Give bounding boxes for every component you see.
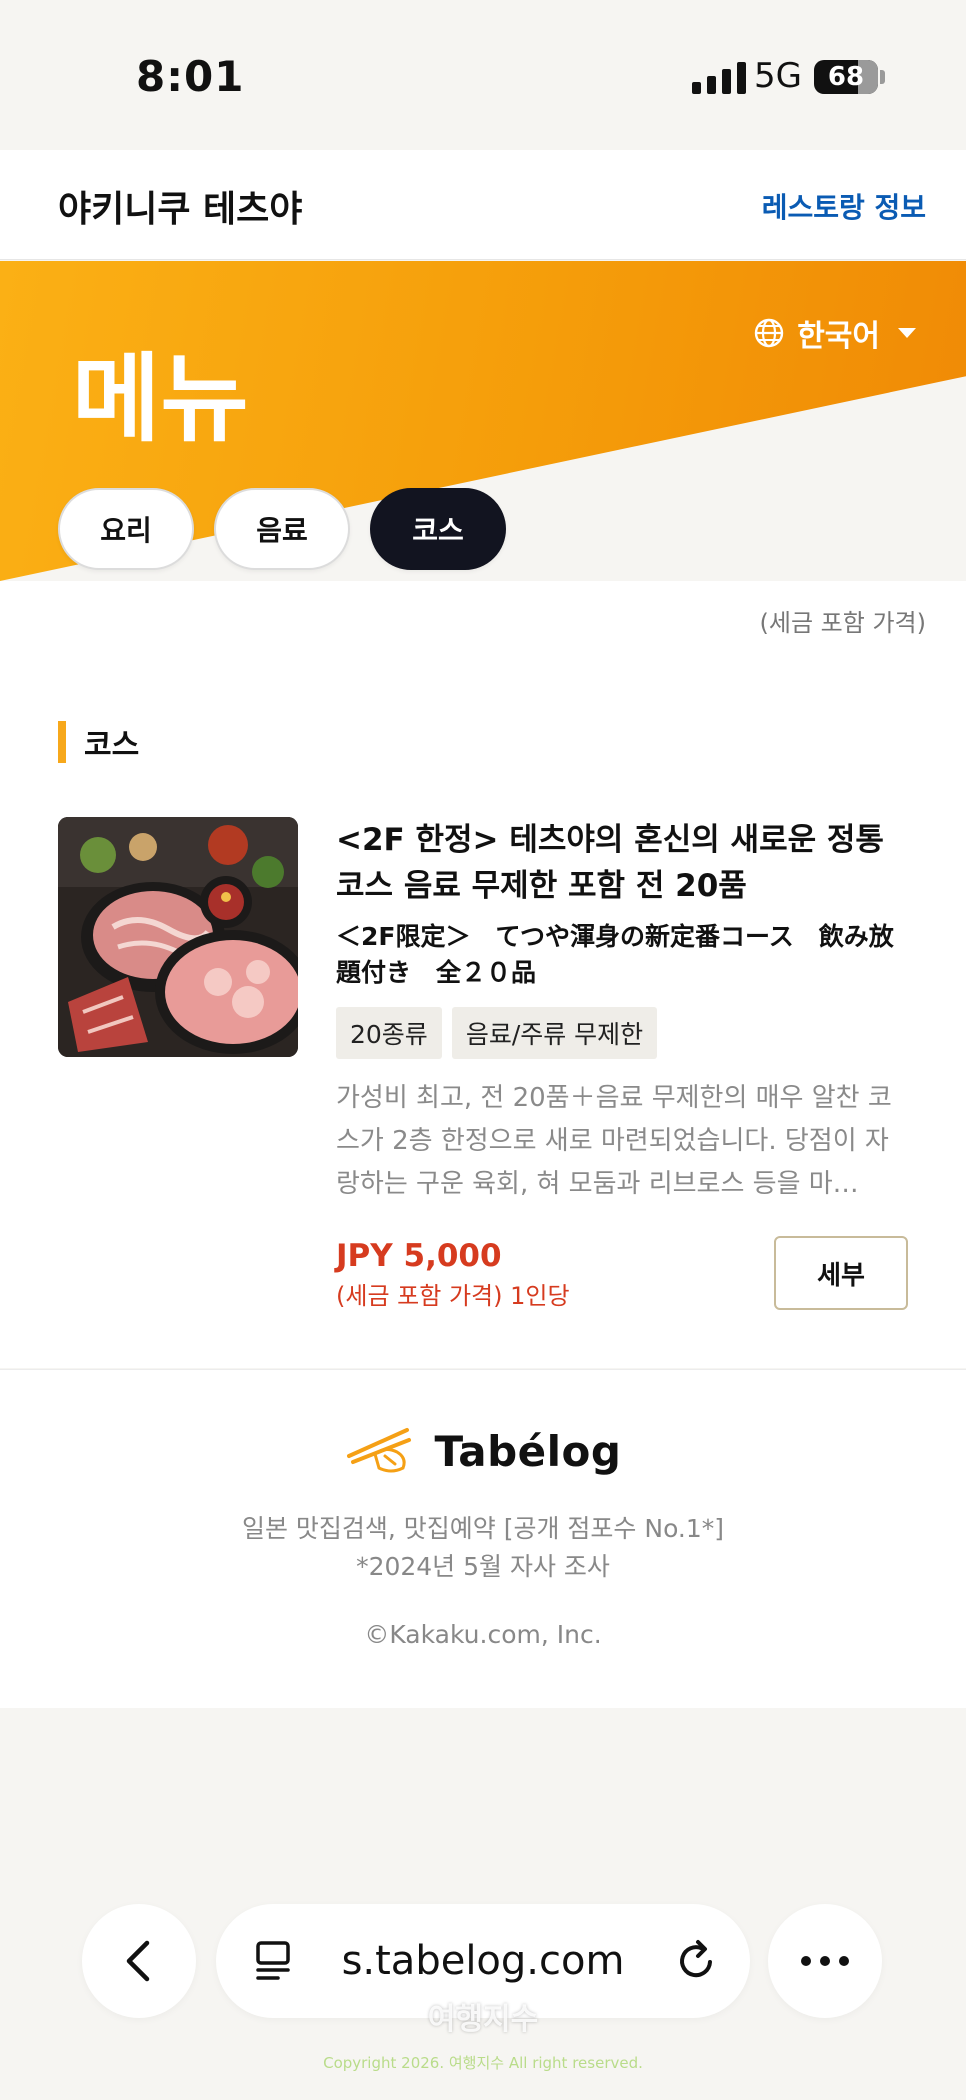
menu-content: (세금 포함 가격) 코스 <2F 한정> 테츠야의 혼신의 새로운 정통 코스…	[0, 581, 966, 1371]
section-header: 코스	[58, 721, 139, 763]
course-photo[interactable]	[58, 817, 298, 1057]
footer: Tabélog 일본 맛집검색, 맛집예약 [공개 점포수 No.1*] *20…	[0, 1370, 966, 1708]
price-row: JPY 5,000 (세금 포함 가격) 1인당 세부	[336, 1236, 908, 1312]
tax-note: (세금 포함 가격)	[759, 609, 926, 637]
copyright: ©Kakaku.com, Inc.	[364, 1620, 602, 1649]
tab-course[interactable]: 코스	[370, 488, 506, 570]
reload-icon[interactable]	[674, 1938, 718, 1984]
tag-item-count: 20종류	[336, 1007, 442, 1059]
course-description: 가성비 최고, 전 20품＋음료 무제한의 매우 알찬 코스가 2층 한정으로 …	[336, 1083, 892, 1199]
course-tags: 20종류 음료/주류 무제한	[336, 1007, 908, 1059]
brand-name: Tabélog	[434, 1426, 622, 1476]
status-time: 8:01	[136, 52, 245, 101]
language-selector[interactable]: 한국어	[753, 311, 916, 355]
site-header: 야키니쿠 테츠야 레스토랑 정보	[0, 150, 966, 260]
more-icon	[801, 1956, 849, 1966]
section-accent-bar	[58, 721, 66, 763]
detail-button[interactable]: 세부	[774, 1236, 908, 1310]
restaurant-info-link[interactable]: 레스토랑 정보	[762, 186, 926, 226]
tagline-line-1: 일본 맛집검색, 맛집예약 [공개 점포수 No.1*]	[241, 1514, 725, 1543]
course-title[interactable]: <2F 한정> 테츠야의 혼신의 새로운 정통 코스 음료 무제한 포함 전 2…	[336, 817, 908, 909]
signal-icon	[692, 62, 746, 94]
battery-icon: 68	[814, 60, 878, 94]
status-bar: 8:01 5G 68	[0, 0, 966, 150]
footer-tagline: 일본 맛집검색, 맛집예약 [공개 점포수 No.1*] *2024년 5월 자…	[0, 1510, 966, 1586]
section-title: 코스	[84, 728, 140, 763]
menu-tabs: 요리 음료 코스	[58, 488, 506, 570]
watermark-copyright: Copyright 2026. 여행지수 All right reserved.	[323, 2054, 643, 2072]
chevron-down-icon	[898, 328, 916, 338]
tabelog-logo[interactable]: Tabélog	[0, 1426, 966, 1476]
tab-drinks[interactable]: 음료	[214, 488, 350, 570]
tab-food[interactable]: 요리	[58, 488, 194, 570]
course-body: <2F 한정> 테츠야의 혼신의 새로운 정통 코스 음료 무제한 포함 전 2…	[336, 817, 908, 1312]
globe-icon	[754, 318, 784, 348]
network-type: 5G	[754, 56, 802, 96]
watermark: 여행지수	[427, 2002, 539, 2037]
page-title: 메뉴	[72, 343, 249, 455]
back-icon	[126, 1940, 150, 1982]
course-title-japanese: ＜2F限定＞ てつや渾身の新定番コース 飲み放題付き 全２０品	[336, 922, 894, 987]
shop-name: 야키니쿠 테츠야	[58, 189, 303, 230]
url-text: s.tabelog.com	[341, 1938, 625, 1984]
tagline-line-2: *2024년 5월 자사 조사	[356, 1552, 610, 1581]
battery-level: 68	[827, 62, 865, 92]
tabelog-chopsticks-icon	[346, 1428, 411, 1473]
language-label: 한국어	[797, 319, 880, 354]
tag-free-drinks: 음료/주류 무제한	[451, 1007, 658, 1059]
